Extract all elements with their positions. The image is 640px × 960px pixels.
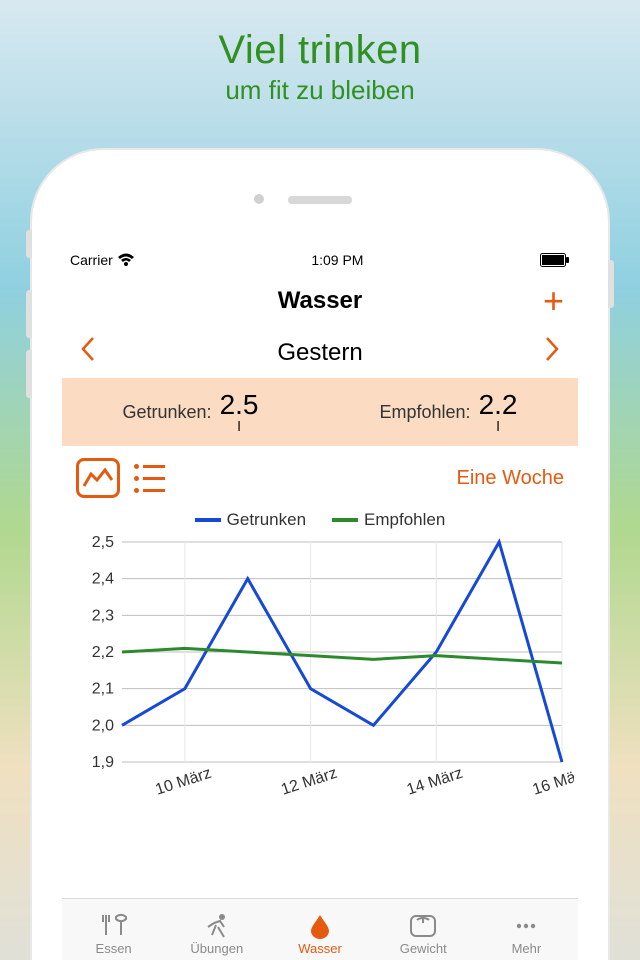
date-selector: Gestern bbox=[62, 328, 578, 378]
promo-subheading: um fit zu bleiben bbox=[0, 75, 640, 106]
legend-recommended: Empfohlen bbox=[332, 510, 445, 530]
date-label[interactable]: Gestern bbox=[277, 339, 362, 367]
nav-bar: Wasser + bbox=[62, 274, 578, 328]
tab-label: Wasser bbox=[298, 941, 342, 956]
status-bar: Carrier 1:09 PM bbox=[62, 246, 578, 274]
svg-text:1,9: 1,9 bbox=[92, 754, 114, 771]
tab-wasser[interactable]: Wasser bbox=[268, 899, 371, 960]
svg-text:16 März: 16 März bbox=[530, 765, 574, 799]
exercise-icon bbox=[202, 913, 232, 939]
chart-area: Getrunken Empfohlen 1,9 2,0 2,1 2,2 2,3 2,4 2,… bbox=[62, 510, 578, 816]
view-toggle-row: Eine Woche bbox=[62, 446, 578, 510]
tab-uebungen[interactable]: Übungen bbox=[165, 899, 268, 960]
chevron-right-icon bbox=[544, 336, 560, 362]
volume-down-button bbox=[26, 350, 32, 398]
more-icon bbox=[511, 913, 541, 939]
chart-icon bbox=[83, 466, 113, 490]
scale-icon bbox=[408, 913, 438, 939]
range-selector[interactable]: Eine Woche bbox=[457, 467, 564, 490]
tab-label: Mehr bbox=[512, 941, 542, 956]
summary-band: Getrunken: 2.5 l Empfohlen: 2.2 l bbox=[62, 378, 578, 446]
metric-drunk-unit: l bbox=[220, 419, 259, 433]
metric-drunk-label: Getrunken: bbox=[123, 402, 212, 423]
metric-recommended-label: Empfohlen: bbox=[380, 402, 471, 423]
front-camera bbox=[254, 194, 264, 204]
svg-text:12 März: 12 März bbox=[279, 765, 339, 799]
svg-text:2,3: 2,3 bbox=[92, 607, 114, 624]
wifi-icon bbox=[117, 253, 135, 267]
tab-label: Essen bbox=[96, 941, 132, 956]
promo-tagline: Viel trinken um fit zu bleiben bbox=[0, 0, 640, 106]
phone-frame: Carrier 1:09 PM Wasser + Gestern Getrunk… bbox=[32, 150, 608, 960]
tab-label: Übungen bbox=[190, 941, 243, 956]
tab-gewicht[interactable]: Gewicht bbox=[372, 899, 475, 960]
mute-switch bbox=[26, 230, 32, 258]
page-title: Wasser bbox=[278, 287, 363, 314]
svg-text:2,4: 2,4 bbox=[92, 571, 114, 588]
chart-plot: 1,9 2,0 2,1 2,2 2,3 2,4 2,5 10 März 12 März 14 Mä… bbox=[66, 536, 574, 816]
date-prev-button[interactable] bbox=[80, 336, 96, 370]
legend-drunk: Getrunken bbox=[195, 510, 306, 530]
carrier-label: Carrier bbox=[70, 252, 113, 268]
legend-recommended-label: Empfohlen bbox=[364, 510, 445, 530]
chart-legend: Getrunken Empfohlen bbox=[66, 510, 574, 530]
legend-drunk-label: Getrunken bbox=[227, 510, 306, 530]
svg-text:10 März: 10 März bbox=[153, 765, 213, 799]
water-drop-icon bbox=[305, 913, 335, 939]
svg-text:2,0: 2,0 bbox=[92, 717, 114, 734]
tab-mehr[interactable]: Mehr bbox=[475, 899, 578, 960]
svg-text:2,2: 2,2 bbox=[92, 644, 114, 661]
metric-recommended: Empfohlen: 2.2 l bbox=[380, 391, 518, 433]
screen: Carrier 1:09 PM Wasser + Gestern Getrunk… bbox=[62, 246, 578, 960]
promo-heading: Viel trinken bbox=[0, 28, 640, 73]
tab-bar: Essen Übungen Wasser Gewicht Mehr bbox=[62, 898, 578, 960]
metric-recommended-unit: l bbox=[479, 419, 518, 433]
volume-up-button bbox=[26, 290, 32, 338]
tab-essen[interactable]: Essen bbox=[62, 899, 165, 960]
metric-drunk-value: 2.5 bbox=[220, 389, 259, 420]
svg-text:2,5: 2,5 bbox=[92, 536, 114, 551]
svg-text:2,1: 2,1 bbox=[92, 681, 114, 698]
power-button bbox=[608, 260, 614, 308]
battery-icon bbox=[540, 253, 570, 267]
metric-recommended-value: 2.2 bbox=[479, 389, 518, 420]
date-next-button[interactable] bbox=[544, 336, 560, 370]
list-view-button[interactable] bbox=[134, 460, 174, 496]
clock-label: 1:09 PM bbox=[311, 252, 363, 268]
metric-drunk: Getrunken: 2.5 l bbox=[123, 391, 259, 433]
add-button[interactable]: + bbox=[543, 274, 564, 328]
svg-text:14 März: 14 März bbox=[405, 765, 465, 799]
chevron-left-icon bbox=[80, 336, 96, 362]
speaker-grill bbox=[288, 196, 352, 204]
tab-label: Gewicht bbox=[400, 941, 447, 956]
food-icon bbox=[99, 913, 129, 939]
chart-view-button[interactable] bbox=[76, 458, 120, 498]
